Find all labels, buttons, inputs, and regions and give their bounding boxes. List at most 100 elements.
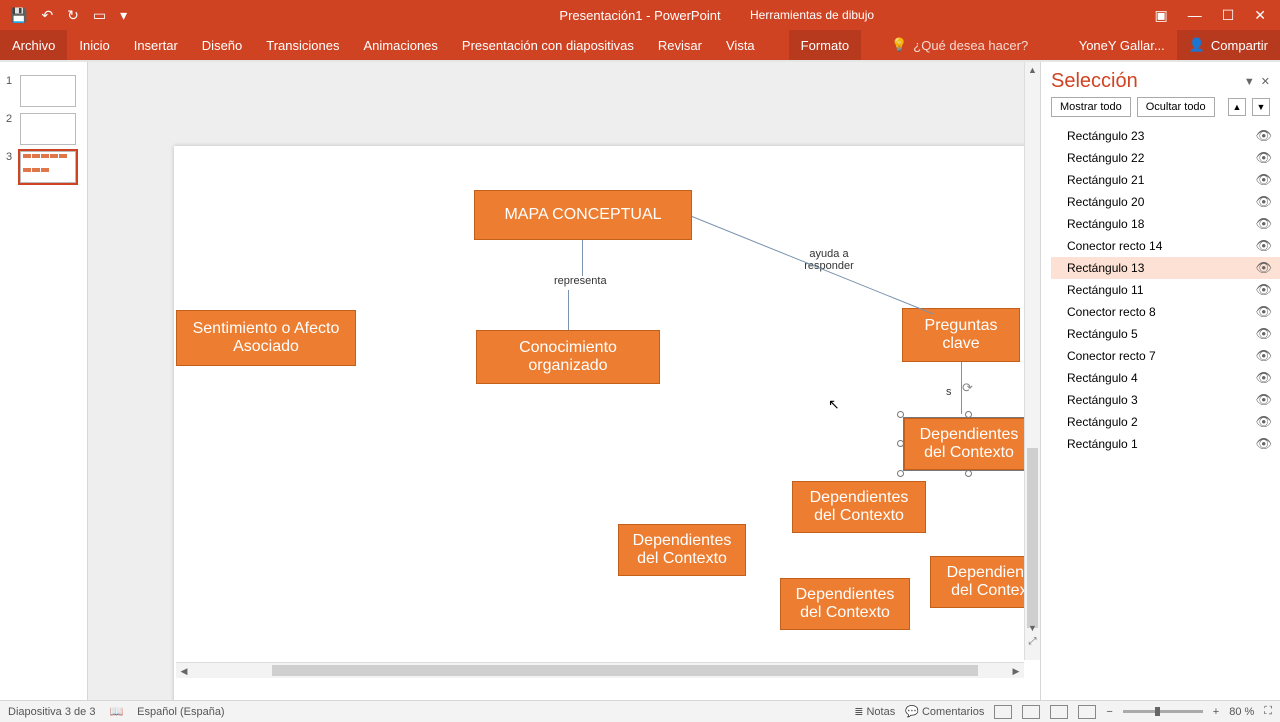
vertical-scrollbar[interactable]: ▲ ▼ ⤢ bbox=[1024, 62, 1040, 660]
start-from-beginning-icon[interactable]: ▭ bbox=[93, 7, 106, 24]
fit-to-window-icon[interactable]: ⛶ bbox=[1264, 705, 1272, 718]
shape-dep-2[interactable]: Dependientes del Contexto bbox=[792, 481, 926, 533]
selection-item[interactable]: Rectángulo 1👁 bbox=[1051, 433, 1280, 455]
visibility-toggle-icon[interactable]: 👁 bbox=[1255, 348, 1272, 364]
sorter-view-icon[interactable] bbox=[1022, 705, 1040, 719]
scroll-up-icon[interactable]: ▲ bbox=[1025, 62, 1040, 78]
show-all-button[interactable]: Mostrar todo bbox=[1051, 97, 1131, 117]
selection-item[interactable]: Rectángulo 21👁 bbox=[1051, 169, 1280, 191]
shape-dep-4[interactable]: Dependientes del Contexto bbox=[780, 578, 910, 630]
tab-animations[interactable]: Animaciones bbox=[351, 30, 449, 60]
selection-item[interactable]: Rectángulo 3👁 bbox=[1051, 389, 1280, 411]
connector-label-3: s bbox=[946, 386, 952, 398]
slide-canvas[interactable]: MAPA CONCEPTUAL Sentimiento o Afecto Aso… bbox=[174, 146, 1040, 700]
tab-insert[interactable]: Insertar bbox=[122, 30, 190, 60]
zoom-slider[interactable] bbox=[1123, 710, 1203, 713]
fit-slide-icon[interactable]: ⤢ bbox=[1025, 636, 1040, 660]
send-backward-icon[interactable]: ▼ bbox=[1252, 98, 1270, 116]
slide-thumbnail-1[interactable] bbox=[20, 75, 76, 107]
reading-view-icon[interactable] bbox=[1050, 705, 1068, 719]
shape-dep-1[interactable]: Dependientes del Contexto bbox=[904, 418, 1034, 470]
zoom-in-icon[interactable]: + bbox=[1213, 706, 1219, 718]
visibility-toggle-icon[interactable]: 👁 bbox=[1255, 150, 1272, 166]
visibility-toggle-icon[interactable]: 👁 bbox=[1255, 304, 1272, 320]
visibility-toggle-icon[interactable]: 👁 bbox=[1255, 414, 1272, 430]
slide-editor[interactable]: MAPA CONCEPTUAL Sentimiento o Afecto Aso… bbox=[88, 62, 1040, 700]
language-indicator[interactable]: Español (España) bbox=[137, 706, 224, 718]
tab-format[interactable]: Formato bbox=[789, 30, 861, 60]
share-button[interactable]: 👤 Compartir bbox=[1177, 30, 1280, 60]
shape-conocimiento[interactable]: Conocimiento organizado bbox=[476, 330, 660, 384]
selection-item[interactable]: Conector recto 8👁 bbox=[1051, 301, 1280, 323]
selection-item[interactable]: Rectángulo 2👁 bbox=[1051, 411, 1280, 433]
slideshow-view-icon[interactable] bbox=[1078, 705, 1096, 719]
user-name[interactable]: YoneY Gallar... bbox=[1067, 38, 1177, 53]
selection-item[interactable]: Rectángulo 13👁 bbox=[1051, 257, 1280, 279]
selection-item[interactable]: Conector recto 7👁 bbox=[1051, 345, 1280, 367]
normal-view-icon[interactable] bbox=[994, 705, 1012, 719]
hide-all-button[interactable]: Ocultar todo bbox=[1137, 97, 1215, 117]
zoom-level[interactable]: 80 % bbox=[1229, 706, 1254, 718]
tab-slideshow[interactable]: Presentación con diapositivas bbox=[450, 30, 646, 60]
visibility-toggle-icon[interactable]: 👁 bbox=[1255, 436, 1272, 452]
visibility-toggle-icon[interactable]: 👁 bbox=[1255, 392, 1272, 408]
connector[interactable] bbox=[568, 290, 569, 330]
slide-counter[interactable]: Diapositiva 3 de 3 bbox=[8, 706, 95, 718]
slide-thumbnail-2[interactable] bbox=[20, 113, 76, 145]
scroll-down-icon[interactable]: ▼ bbox=[1025, 620, 1040, 636]
notes-button[interactable]: ≣ Notas bbox=[854, 705, 895, 718]
undo-icon[interactable]: ↶ bbox=[41, 7, 53, 24]
shape-title[interactable]: MAPA CONCEPTUAL bbox=[474, 190, 692, 240]
close-icon[interactable]: ✕ bbox=[1254, 7, 1266, 24]
tab-transitions[interactable]: Transiciones bbox=[254, 30, 351, 60]
tab-design[interactable]: Diseño bbox=[190, 30, 254, 60]
visibility-toggle-icon[interactable]: 👁 bbox=[1255, 172, 1272, 188]
scroll-left-icon[interactable]: ◀ bbox=[176, 663, 192, 678]
shape-dep-3[interactable]: Dependientes del Contexto bbox=[618, 524, 746, 576]
zoom-out-icon[interactable]: − bbox=[1106, 706, 1112, 718]
connector[interactable] bbox=[961, 362, 962, 414]
visibility-toggle-icon[interactable]: 👁 bbox=[1255, 260, 1272, 276]
scroll-thumb[interactable] bbox=[272, 665, 978, 676]
selection-item[interactable]: Rectángulo 4👁 bbox=[1051, 367, 1280, 389]
qat-more-icon[interactable]: ▾ bbox=[120, 7, 127, 24]
minimize-icon[interactable]: — bbox=[1188, 7, 1202, 24]
selection-item[interactable]: Rectángulo 11👁 bbox=[1051, 279, 1280, 301]
redo-icon[interactable]: ↻ bbox=[67, 7, 79, 24]
selection-item[interactable]: Rectángulo 18👁 bbox=[1051, 213, 1280, 235]
visibility-toggle-icon[interactable]: 👁 bbox=[1255, 128, 1272, 144]
connector[interactable] bbox=[692, 216, 933, 314]
tell-me[interactable]: 💡 ¿Qué desea hacer? bbox=[891, 37, 1028, 53]
scroll-right-icon[interactable]: ▶ bbox=[1008, 663, 1024, 678]
shape-sentimiento[interactable]: Sentimiento o Afecto Asociado bbox=[176, 310, 356, 366]
comments-button[interactable]: 💬 Comentarios bbox=[905, 705, 984, 718]
tab-view[interactable]: Vista bbox=[714, 30, 767, 60]
tab-home[interactable]: Inicio bbox=[67, 30, 121, 60]
save-icon[interactable]: 💾 bbox=[10, 7, 27, 24]
pane-dropdown-icon[interactable]: ▼ bbox=[1244, 76, 1255, 88]
horizontal-scrollbar[interactable]: ◀ ▶ bbox=[176, 662, 1024, 678]
shape-preguntas[interactable]: Preguntas clave bbox=[902, 308, 1020, 362]
tab-review[interactable]: Revisar bbox=[646, 30, 714, 60]
visibility-toggle-icon[interactable]: 👁 bbox=[1255, 194, 1272, 210]
visibility-toggle-icon[interactable]: 👁 bbox=[1255, 326, 1272, 342]
selection-item[interactable]: Rectángulo 5👁 bbox=[1051, 323, 1280, 345]
selection-item[interactable]: Rectángulo 23👁 bbox=[1051, 125, 1280, 147]
selection-item[interactable]: Rectángulo 20👁 bbox=[1051, 191, 1280, 213]
rotate-handle-icon[interactable]: ⟳ bbox=[962, 380, 976, 394]
slide-thumbnail-3[interactable] bbox=[20, 151, 76, 183]
connector[interactable] bbox=[582, 240, 583, 276]
tab-file[interactable]: Archivo bbox=[0, 30, 67, 60]
visibility-toggle-icon[interactable]: 👁 bbox=[1255, 216, 1272, 232]
selection-item[interactable]: Rectángulo 22👁 bbox=[1051, 147, 1280, 169]
maximize-icon[interactable]: ☐ bbox=[1222, 7, 1235, 24]
spellcheck-icon[interactable]: 📖 bbox=[109, 705, 123, 718]
visibility-toggle-icon[interactable]: 👁 bbox=[1255, 282, 1272, 298]
visibility-toggle-icon[interactable]: 👁 bbox=[1255, 238, 1272, 254]
bring-forward-icon[interactable]: ▲ bbox=[1228, 98, 1246, 116]
visibility-toggle-icon[interactable]: 👁 bbox=[1255, 370, 1272, 386]
scroll-thumb[interactable] bbox=[1027, 448, 1038, 628]
ribbon-display-icon[interactable]: ▣ bbox=[1154, 7, 1167, 24]
selection-item[interactable]: Conector recto 14👁 bbox=[1051, 235, 1280, 257]
pane-close-icon[interactable]: ✕ bbox=[1261, 75, 1270, 88]
